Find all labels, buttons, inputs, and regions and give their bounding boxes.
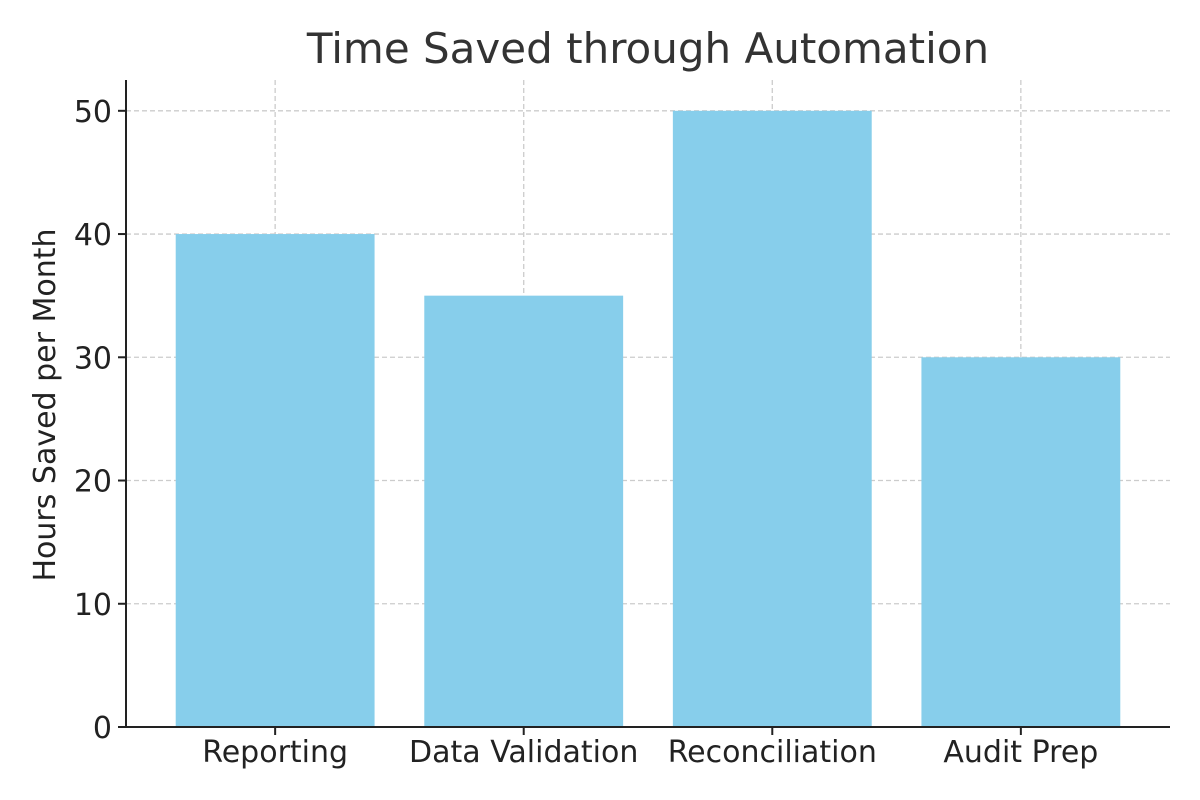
bar-audit-prep (921, 357, 1121, 727)
y-tick-label: 40 (74, 218, 112, 253)
x-tick-label: Audit Prep (943, 735, 1098, 770)
y-tick-label: 0 (93, 711, 112, 746)
x-tick-label: Reporting (202, 735, 348, 770)
x-ticks: Reporting Data Validation Reconciliation Au… (202, 727, 1098, 770)
y-ticks: 0 10 20 30 40 50 (74, 95, 126, 746)
y-axis-label: Hours Saved per Month (28, 228, 63, 581)
bar-chart: Time Saved through Automation Hours Save… (28, 24, 1170, 770)
x-tick-label: Reconciliation (668, 735, 877, 770)
chart-container: Time Saved through Automation Hours Save… (0, 0, 1200, 800)
bar-reporting (175, 234, 375, 728)
y-tick-label: 20 (74, 465, 112, 500)
bars (175, 110, 1121, 728)
bar-reconciliation (672, 110, 872, 728)
chart-title: Time Saved through Automation (306, 24, 989, 73)
x-tick-label: Data Validation (409, 735, 638, 770)
y-tick-label: 10 (74, 588, 112, 623)
y-tick-label: 30 (74, 341, 112, 376)
y-tick-label: 50 (74, 95, 112, 130)
bar-data-validation (424, 295, 624, 727)
